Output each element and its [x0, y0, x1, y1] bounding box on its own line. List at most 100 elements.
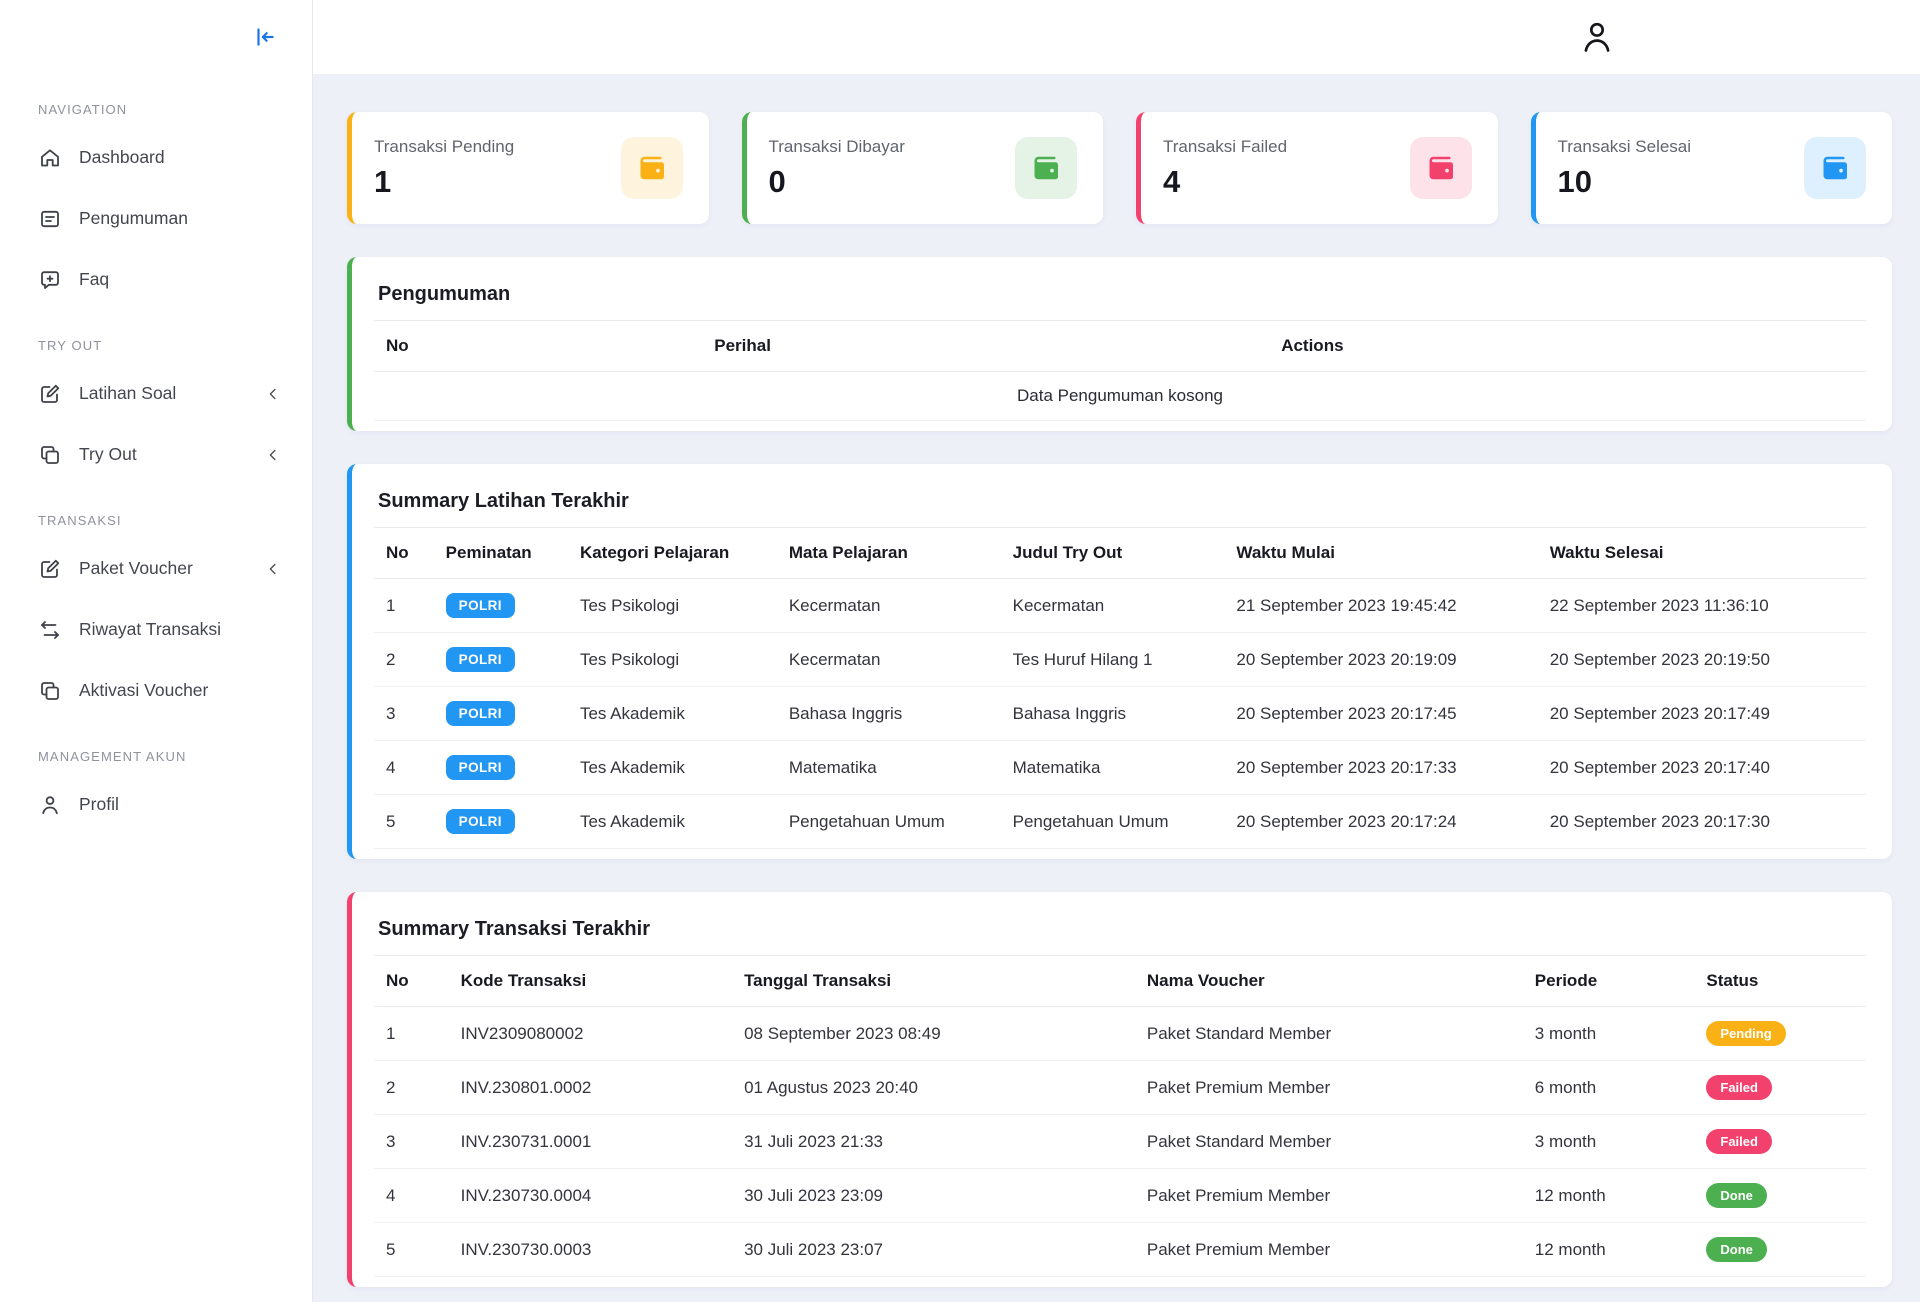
cell-tanggal-transaksi: 01 Agustus 2023 20:40 [732, 1061, 1135, 1115]
cell-no: 3 [374, 687, 434, 741]
topbar [312, 0, 1920, 74]
cell-no: 4 [374, 1169, 449, 1223]
cell-peminatan: POLRI [434, 741, 568, 795]
pengumuman-empty-text: Data Pengumuman kosong [374, 372, 1866, 421]
cell-kode-transaksi: INV.230801.0002 [449, 1061, 732, 1115]
cell-waktu-selesai: 22 September 2023 11:36:10 [1538, 579, 1866, 633]
cell-waktu-mulai: 20 September 2023 20:17:24 [1224, 795, 1537, 849]
collapse-sidebar-icon [252, 24, 278, 50]
peminatan-badge: POLRI [446, 755, 515, 780]
status-badge: Pending [1706, 1021, 1785, 1046]
sidebar: NAVIGATIONDashboardPengumumanFaqTRY OUTL… [0, 0, 312, 1302]
stat-card-transaksi-selesai: Transaksi Selesai 10 [1531, 112, 1893, 224]
sidebar-item-dashboard[interactable]: Dashboard [0, 127, 312, 188]
cell-waktu-selesai: 20 September 2023 20:17:40 [1538, 741, 1866, 795]
cell-kode-transaksi: INV.230730.0003 [449, 1223, 732, 1277]
stat-card-value: 10 [1558, 164, 1692, 200]
cell-no: 3 [374, 1115, 449, 1169]
column-header-waktu-selesai: Waktu Selesai [1538, 528, 1866, 579]
sidebar-item-label: Aktivasi Voucher [79, 680, 208, 701]
user-icon [38, 793, 62, 817]
transaksi-table-row: 5INV.230730.000330 Juli 2023 23:07Paket … [374, 1223, 1866, 1277]
latihan-table-row: 3POLRITes AkademikBahasa InggrisBahasa I… [374, 687, 1866, 741]
transaksi-table-row: 3INV.230731.000131 Juli 2023 21:33Paket … [374, 1115, 1866, 1169]
cell-tanggal-transaksi: 30 Juli 2023 23:07 [732, 1223, 1135, 1277]
stat-card-label: Transaksi Failed [1163, 137, 1287, 157]
stat-card-transaksi-failed: Transaksi Failed4 [1136, 112, 1498, 224]
cell-tanggal-transaksi: 31 Juli 2023 21:33 [732, 1115, 1135, 1169]
wallet-icon [1820, 153, 1850, 183]
app-root: NAVIGATIONDashboardPengumumanFaqTRY OUTL… [0, 0, 1920, 1302]
sidebar-item-faq[interactable]: Faq [0, 249, 312, 310]
cell-no: 2 [374, 1061, 449, 1115]
stat-card-label: Transaksi Dibayar [769, 137, 905, 157]
sidebar-item-try-out[interactable]: Try Out [0, 424, 312, 485]
cell-no: 5 [374, 795, 434, 849]
cell-nama-voucher: Paket Standard Member [1135, 1115, 1523, 1169]
peminatan-badge: POLRI [446, 593, 515, 618]
transaksi-table-row: 4INV.230730.000430 Juli 2023 23:09Paket … [374, 1169, 1866, 1223]
column-header-periode: Periode [1523, 956, 1695, 1007]
cell-judul-try-out: Tes Huruf Hilang 1 [1001, 633, 1225, 687]
cell-waktu-selesai: 20 September 2023 20:17:30 [1538, 795, 1866, 849]
cell-nama-voucher: Paket Premium Member [1135, 1223, 1523, 1277]
sidebar-item-label: Paket Voucher [79, 558, 193, 579]
cell-mata-pelajaran: Bahasa Inggris [777, 687, 1001, 741]
wallet-icon [1031, 153, 1061, 183]
user-icon [1578, 18, 1616, 56]
avatar-button[interactable] [1574, 14, 1620, 60]
stat-card-label: Transaksi Selesai [1558, 137, 1692, 157]
column-header-kategori-pelajaran: Kategori Pelajaran [568, 528, 777, 579]
stat-cards: Transaksi Pending1Transaksi Dibayar0Tran… [347, 112, 1892, 224]
status-badge: Failed [1706, 1129, 1772, 1154]
cell-no: 4 [374, 741, 434, 795]
wallet-icon [637, 153, 667, 183]
sidebar-item-latihan-soal[interactable]: Latihan Soal [0, 363, 312, 424]
sidebar-item-pengumuman[interactable]: Pengumuman [0, 188, 312, 249]
pengumuman-table: NoPerihalActionsData Pengumuman kosong [374, 320, 1866, 421]
cell-status: Failed [1694, 1061, 1866, 1115]
cell-nama-voucher: Paket Standard Member [1135, 1007, 1523, 1061]
cell-no: 5 [374, 1223, 449, 1277]
chevron-left-icon [264, 385, 282, 403]
latihan-header-row: NoPeminatanKategori PelajaranMata Pelaja… [374, 528, 1866, 579]
sidebar-nav: NAVIGATIONDashboardPengumumanFaqTRY OUTL… [0, 74, 312, 835]
cell-kode-transaksi: INV2309080002 [449, 1007, 732, 1061]
panel-latihan: Summary Latihan Terakhir NoPeminatanKate… [347, 464, 1892, 859]
cell-mata-pelajaran: Matematika [777, 741, 1001, 795]
cell-kode-transaksi: INV.230731.0001 [449, 1115, 732, 1169]
cell-peminatan: POLRI [434, 579, 568, 633]
status-badge: Failed [1706, 1075, 1772, 1100]
collapse-sidebar-button[interactable] [248, 20, 282, 54]
cell-status: Failed [1694, 1115, 1866, 1169]
stat-card-transaksi-dibayar: Transaksi Dibayar0 [742, 112, 1104, 224]
sidebar-item-profil[interactable]: Profil [0, 774, 312, 835]
sidebar-item-riwayat-transaksi[interactable]: Riwayat Transaksi [0, 599, 312, 660]
column-header-no: No [374, 956, 449, 1007]
cell-judul-try-out: Bahasa Inggris [1001, 687, 1225, 741]
stat-card-icon-box [1015, 137, 1077, 199]
main-area: Transaksi Pending1Transaksi Dibayar0Tran… [312, 0, 1920, 1302]
cell-judul-try-out: Matematika [1001, 741, 1225, 795]
edit-icon [38, 557, 62, 581]
cell-mata-pelajaran: Kecermatan [777, 579, 1001, 633]
sidebar-item-paket-voucher[interactable]: Paket Voucher [0, 538, 312, 599]
column-header-perihal: Perihal [702, 321, 1269, 372]
cell-periode: 12 month [1523, 1169, 1695, 1223]
cell-kode-transaksi: INV.230730.0004 [449, 1169, 732, 1223]
status-badge: Done [1706, 1237, 1767, 1262]
sidebar-item-aktivasi-voucher[interactable]: Aktivasi Voucher [0, 660, 312, 721]
column-header-no: No [374, 321, 702, 372]
cell-waktu-mulai: 20 September 2023 20:17:45 [1224, 687, 1537, 741]
latihan-table-row: 1POLRITes PsikologiKecermatanKecermatan2… [374, 579, 1866, 633]
cell-kategori-pelajaran: Tes Psikologi [568, 579, 777, 633]
cell-status: Done [1694, 1223, 1866, 1277]
cell-waktu-selesai: 20 September 2023 20:19:50 [1538, 633, 1866, 687]
column-header-status: Status [1694, 956, 1866, 1007]
column-header-tanggal-transaksi: Tanggal Transaksi [732, 956, 1135, 1007]
peminatan-badge: POLRI [446, 701, 515, 726]
nav-section-label-management-akun: MANAGEMENT AKUN [0, 721, 312, 774]
cell-mata-pelajaran: Pengetahuan Umum [777, 795, 1001, 849]
column-header-kode-transaksi: Kode Transaksi [449, 956, 732, 1007]
sidebar-item-label: Riwayat Transaksi [79, 619, 221, 640]
